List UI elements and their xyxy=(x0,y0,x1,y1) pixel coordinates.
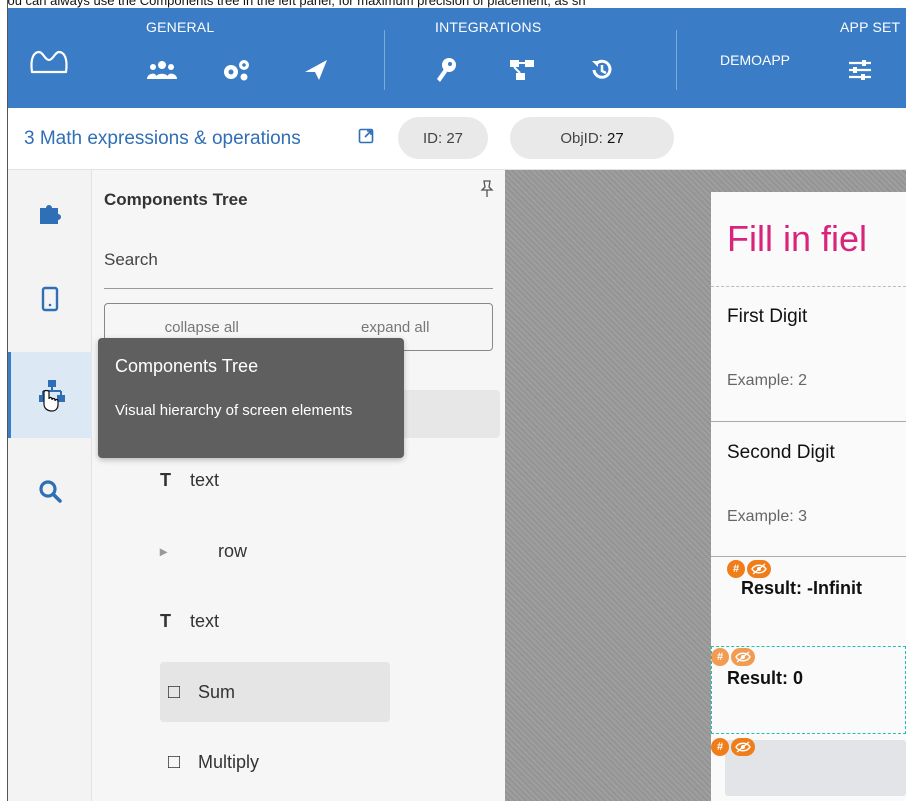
result-sum[interactable]: Result: 0 xyxy=(727,668,803,689)
tooltip-description: Visual hierarchy of screen elements xyxy=(115,402,353,419)
users-icon[interactable] xyxy=(146,54,178,86)
screen-header: 3 Math expressions & operations ID: 27 O… xyxy=(8,108,906,170)
app-name-label[interactable]: DEMOAPP xyxy=(720,52,790,68)
instruction-caption: You can always use the Components tree i… xyxy=(0,0,586,8)
tree-item-text[interactable]: T text xyxy=(160,456,219,504)
search-underline xyxy=(104,288,493,289)
history-icon[interactable] xyxy=(586,54,618,86)
screen-title[interactable]: 3 Math expressions & operations xyxy=(24,128,301,150)
key-icon[interactable] xyxy=(430,54,462,86)
nav-divider xyxy=(384,30,385,90)
container-icon: □ xyxy=(168,750,181,773)
tree-item-multiply[interactable]: □ Multiply xyxy=(168,738,259,786)
element-badges: # xyxy=(727,560,771,578)
input-underline xyxy=(711,556,906,557)
tree-item-text[interactable]: T text xyxy=(160,597,219,645)
text-icon: T xyxy=(160,469,171,490)
eye-off-icon[interactable] xyxy=(747,560,771,578)
components-tree-panel: Components Tree Search collapse all expa… xyxy=(92,170,505,801)
element-badges: # xyxy=(711,648,755,666)
search-input[interactable]: Search xyxy=(104,250,158,270)
puzzle-icon xyxy=(40,205,61,224)
object-id-label: ObjID: xyxy=(560,129,603,147)
container-icon: □ xyxy=(168,680,181,703)
device-preview[interactable]: Fill in fiel First Digit Example: 2 Seco… xyxy=(711,192,906,801)
screen-id-badge: ID: 27 xyxy=(398,117,488,159)
result-division[interactable]: Result: -Infinit xyxy=(741,578,862,599)
left-tool-rail xyxy=(8,170,92,801)
eye-off-icon[interactable] xyxy=(731,738,755,756)
input-underline xyxy=(711,421,906,422)
pin-icon[interactable] xyxy=(480,180,494,198)
hash-badge[interactable]: # xyxy=(727,560,745,578)
second-digit-input[interactable]: Example: 3 xyxy=(727,508,807,526)
tree-item-label: text xyxy=(190,610,220,631)
mobile-icon xyxy=(41,286,59,312)
first-digit-input[interactable]: Example: 2 xyxy=(727,372,807,390)
screen-id-text: ID: 27 xyxy=(422,129,464,147)
tree-item-label: Multiply xyxy=(198,751,260,772)
group-title-integrations: INTEGRATIONS xyxy=(435,19,542,35)
second-digit-label[interactable]: Second Digit xyxy=(727,442,835,464)
group-title-app-settings: APP SET xyxy=(840,19,901,35)
hierarchy-icon xyxy=(38,380,65,412)
nav-divider xyxy=(676,30,677,90)
components-tree-tooltip: Components Tree Visual hierarchy of scre… xyxy=(98,338,404,458)
screen-heading[interactable]: Fill in fiel xyxy=(727,218,867,260)
hash-badge[interactable]: # xyxy=(711,648,729,666)
element-badges: # xyxy=(711,738,755,756)
rail-item-components-tree[interactable] xyxy=(8,352,92,438)
rail-item-components[interactable] xyxy=(8,170,92,256)
tooltip-title: Components Tree xyxy=(115,356,259,376)
app-logo-icon[interactable] xyxy=(28,48,70,76)
flow-icon[interactable] xyxy=(506,54,538,86)
object-id-badge: ObjID: 27 xyxy=(510,117,674,159)
group-title-general: GENERAL xyxy=(146,19,215,35)
window-edge xyxy=(0,0,8,801)
object-id-value: 27 xyxy=(607,129,624,147)
search-icon xyxy=(39,480,62,503)
tree-item-label: row xyxy=(218,540,248,561)
tree-item-label: text xyxy=(190,469,220,490)
element-boundary xyxy=(711,286,906,287)
text-icon: T xyxy=(160,610,171,631)
tree-item-row[interactable]: ▸ row xyxy=(160,527,247,575)
tree-item-label: Sum xyxy=(198,681,236,702)
expand-arrow-icon[interactable]: ▸ xyxy=(160,543,210,560)
send-icon[interactable] xyxy=(300,54,332,86)
first-digit-label[interactable]: First Digit xyxy=(727,306,807,328)
rail-item-device[interactable] xyxy=(8,256,92,342)
gears-icon[interactable] xyxy=(220,54,252,86)
hash-badge[interactable]: # xyxy=(711,738,729,756)
panel-title: Components Tree xyxy=(104,190,248,209)
eye-off-icon[interactable] xyxy=(731,648,755,666)
tree-item-sum[interactable]: □ Sum xyxy=(160,662,390,722)
sliders-icon[interactable] xyxy=(844,54,876,86)
rail-item-search[interactable] xyxy=(8,448,92,534)
top-navigation-bar: GENERAL INTEGRATIONS APP SET DEMOAPP xyxy=(8,8,906,108)
external-link-icon[interactable] xyxy=(358,128,374,144)
